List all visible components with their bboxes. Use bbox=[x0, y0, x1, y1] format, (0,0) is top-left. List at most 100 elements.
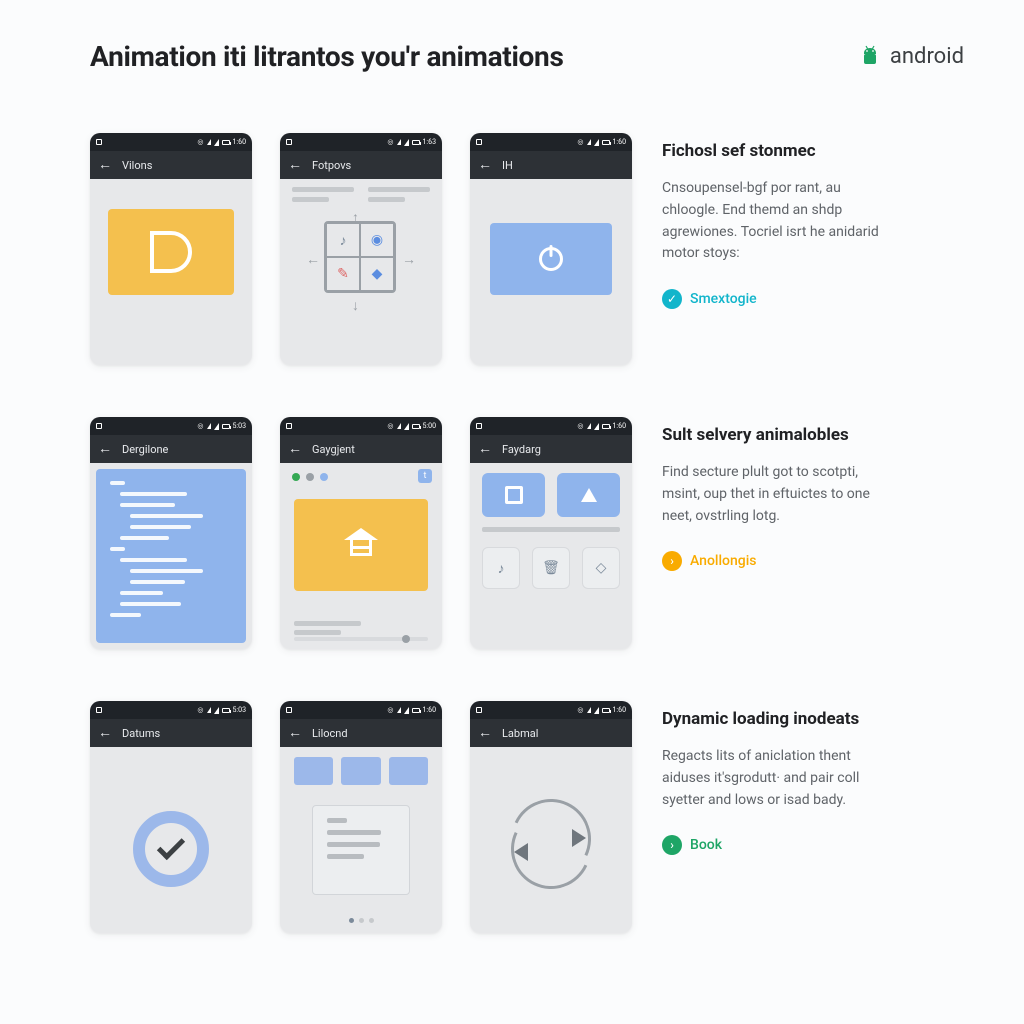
back-icon[interactable]: ← bbox=[98, 726, 112, 740]
phone-mock-1-2: ◎1:63 ← Fotpovs ♪ ◉ ✎ ◆ ↑ ← → ↓ bbox=[280, 133, 442, 365]
section-title: Fichosl sef stonmec bbox=[662, 141, 892, 162]
app-bar: ← Lilocnd bbox=[280, 719, 442, 747]
phone-mock-3-2: ◎1:60 ← Lilocnd bbox=[280, 701, 442, 933]
app-title: Faydarg bbox=[502, 443, 541, 456]
tile-music[interactable]: ♪ bbox=[482, 547, 520, 589]
document-card bbox=[312, 805, 410, 895]
app-title: Vilons bbox=[122, 159, 152, 172]
d-shape-icon bbox=[150, 231, 192, 273]
section-body: Cnsoupensel-bgf por rant, au chloogle. E… bbox=[662, 178, 892, 265]
phone-mock-1-1: ◎1:60 ← Vilons bbox=[90, 133, 252, 365]
pager-dots bbox=[280, 918, 442, 923]
clock: 1:60 bbox=[613, 422, 627, 430]
app-bar: ← Labmal bbox=[470, 719, 632, 747]
link-label: Anollongis bbox=[690, 553, 756, 569]
category-grid: ♪ ◉ ✎ ◆ bbox=[324, 221, 396, 293]
section-title: Sult selvery animalobles bbox=[662, 425, 892, 446]
phone-mock-2-2: ◎5:00 ← Gaygjent t bbox=[280, 417, 442, 649]
triangle-icon bbox=[581, 488, 597, 502]
check-badge-icon: ✓ bbox=[662, 289, 682, 309]
phone-mock-1-3: ◎1:60 ← IH bbox=[470, 133, 632, 365]
cup-icon: 🗑 bbox=[542, 560, 560, 576]
app-bar: ← IH bbox=[470, 151, 632, 179]
app-title: Gaygjent bbox=[312, 443, 355, 456]
hero-card bbox=[108, 209, 234, 295]
arrow-up-icon: ↑ bbox=[352, 209, 359, 226]
brand-wordmark: android bbox=[890, 44, 964, 69]
statusbar: ◎1:60 bbox=[470, 417, 632, 435]
phone-mock-2-3: ◎1:60 ← Faydarg ♪ 🗑 ◇ bbox=[470, 417, 632, 649]
success-ring bbox=[133, 811, 209, 887]
back-icon[interactable]: ← bbox=[98, 158, 112, 172]
link-label: Book bbox=[690, 837, 722, 853]
app-title: Fotpovs bbox=[312, 159, 351, 172]
clock: 1:63 bbox=[423, 138, 437, 146]
back-icon[interactable]: ← bbox=[288, 726, 302, 740]
sync-icon bbox=[506, 799, 596, 889]
statusbar: ◎1:60 bbox=[90, 133, 252, 151]
chevron-badge-icon: › bbox=[662, 551, 682, 571]
arrow-right-icon: → bbox=[402, 251, 416, 268]
arrow-down-icon: ↓ bbox=[352, 297, 359, 314]
clock: 5:03 bbox=[233, 422, 247, 430]
square-icon bbox=[505, 486, 523, 504]
clock: 1:60 bbox=[423, 706, 437, 714]
brand-logo: android bbox=[858, 44, 964, 69]
droplet-icon: ◉ bbox=[360, 223, 394, 257]
app-title: IH bbox=[502, 159, 513, 172]
app-bar: ← Dergilone bbox=[90, 435, 252, 463]
clock: 1:60 bbox=[613, 706, 627, 714]
back-icon[interactable]: ← bbox=[478, 726, 492, 740]
preview-card bbox=[294, 499, 428, 591]
back-icon[interactable]: ← bbox=[288, 442, 302, 456]
clock: 1:60 bbox=[233, 138, 247, 146]
app-bar: ← Faydarg bbox=[470, 435, 632, 463]
back-icon[interactable]: ← bbox=[98, 442, 112, 456]
power-icon bbox=[539, 247, 563, 271]
app-title: Lilocnd bbox=[312, 727, 348, 740]
tile-cup[interactable]: 🗑 bbox=[532, 547, 570, 589]
check-icon bbox=[157, 832, 185, 860]
section-link[interactable]: › Book bbox=[662, 835, 892, 855]
chevron-badge-icon: › bbox=[662, 835, 682, 855]
app-bar: ← Datums bbox=[90, 719, 252, 747]
statusbar: ◎5:03 bbox=[90, 417, 252, 435]
code-block bbox=[96, 469, 246, 643]
back-icon[interactable]: ← bbox=[478, 158, 492, 172]
divider bbox=[482, 527, 620, 532]
app-bar: ← Fotpovs bbox=[280, 151, 442, 179]
app-bar: ← Vilons bbox=[90, 151, 252, 179]
statusbar: ◎1:60 bbox=[280, 701, 442, 719]
section-link[interactable]: ✓ Smextogie bbox=[662, 289, 892, 309]
back-icon[interactable]: ← bbox=[478, 442, 492, 456]
tag-chip: t bbox=[418, 469, 432, 483]
back-icon[interactable]: ← bbox=[288, 158, 302, 172]
app-title: Labmal bbox=[502, 727, 538, 740]
app-bar: ← Gaygjent bbox=[280, 435, 442, 463]
pencil-icon: ✎ bbox=[326, 257, 360, 291]
section-body: Find secture plult got to scotpti, msint… bbox=[662, 462, 892, 527]
clock: 5:03 bbox=[233, 706, 247, 714]
page-title: Animation iti litrantos you'r animations bbox=[90, 40, 564, 73]
statusbar: ◎5:03 bbox=[90, 701, 252, 719]
section-body: Regacts lits of aniclation thent aiduses… bbox=[662, 746, 892, 811]
tile-triangle[interactable] bbox=[557, 473, 620, 517]
app-title: Datums bbox=[122, 727, 160, 740]
section-link[interactable]: › Anollongis bbox=[662, 551, 892, 571]
layers-icon bbox=[344, 528, 378, 562]
arrow-left-icon: ← bbox=[306, 251, 320, 268]
section-title: Dynamic loading inodeats bbox=[662, 709, 892, 730]
statusbar: ◎1:60 bbox=[470, 701, 632, 719]
slider[interactable] bbox=[294, 637, 428, 641]
music-note-icon: ♪ bbox=[498, 560, 505, 577]
tile-diamond[interactable]: ◇ bbox=[582, 547, 620, 589]
phone-mock-3-3: ◎1:60 ← Labmal bbox=[470, 701, 632, 933]
status-dots bbox=[292, 473, 328, 481]
diamond-icon: ◇ bbox=[596, 560, 607, 576]
tile-square[interactable] bbox=[482, 473, 545, 517]
clock: 5:00 bbox=[423, 422, 437, 430]
music-icon: ♪ bbox=[326, 223, 360, 257]
link-label: Smextogie bbox=[690, 291, 757, 307]
android-icon bbox=[858, 45, 882, 69]
statusbar: ◎5:00 bbox=[280, 417, 442, 435]
